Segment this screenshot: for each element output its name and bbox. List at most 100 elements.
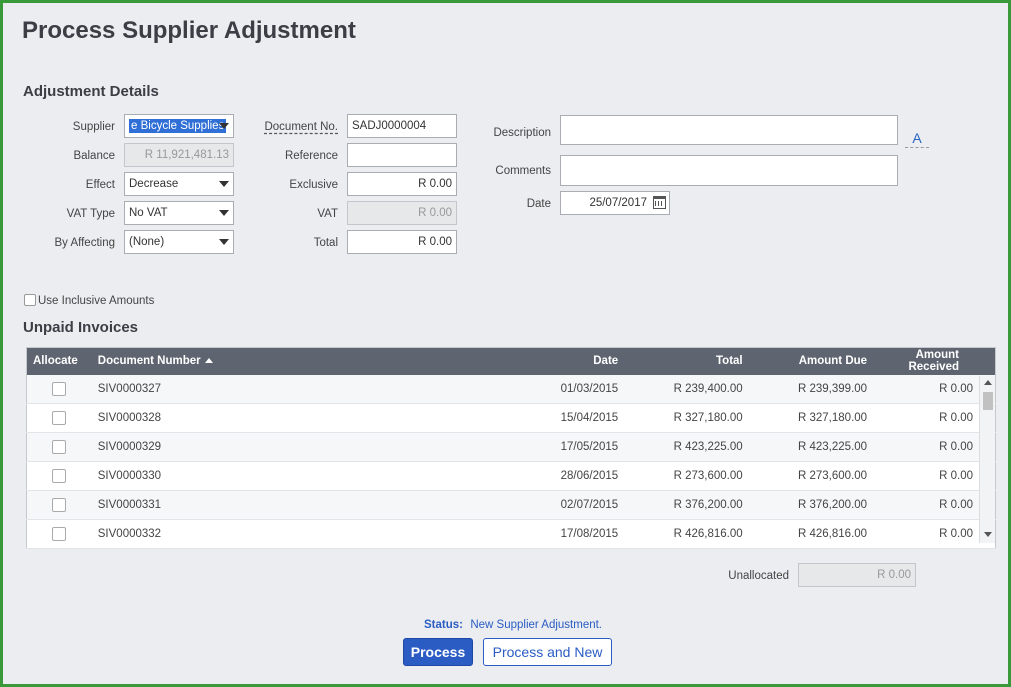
calendar-icon[interactable]: [653, 196, 666, 209]
chevron-down-icon[interactable]: [219, 239, 229, 245]
scroll-down-icon[interactable]: [984, 532, 992, 537]
chevron-down-icon[interactable]: [219, 210, 229, 216]
table-header-row: Allocate Document Number Date Total Amou…: [26, 347, 996, 375]
allocate-cell[interactable]: [26, 490, 92, 520]
col-document-number[interactable]: Document Number: [91, 347, 531, 375]
supplier-select[interactable]: e Bicycle Supplies: [124, 114, 234, 138]
allocate-checkbox[interactable]: [52, 469, 67, 483]
page-frame: Process Supplier Adjustment Adjustment D…: [0, 0, 1011, 687]
amount-due-cell: R 423,225.00: [748, 432, 874, 462]
table-row[interactable]: SIV0000328 15/04/2015 R 327,180.00 R 327…: [26, 403, 996, 433]
col-amount-received[interactable]: Amount Received: [873, 347, 996, 375]
total-cell: R 423,225.00: [624, 432, 749, 462]
status-bar: Status: New Supplier Adjustment.: [424, 617, 602, 631]
effect-select[interactable]: Decrease: [124, 172, 234, 196]
vat-type-select[interactable]: No VAT: [124, 201, 234, 225]
by-affecting-selected-text: (None): [129, 236, 165, 248]
total-cell: R 376,200.00: [624, 490, 749, 520]
exclusive-label: Exclusive: [289, 179, 338, 191]
date-label: Date: [526, 198, 551, 210]
amount-received-cell[interactable]: R 0.00: [873, 490, 996, 520]
use-inclusive-checkbox[interactable]: [24, 294, 36, 306]
document-number-cell: SIV0000327: [91, 374, 531, 404]
date-cell: 28/06/2015: [530, 461, 625, 491]
page-title: Process Supplier Adjustment: [22, 17, 356, 44]
allocate-checkbox[interactable]: [52, 381, 67, 396]
allocate-cell[interactable]: [26, 519, 92, 549]
document-number-cell: SIV0000332: [91, 519, 531, 549]
date-input[interactable]: 25/07/2017: [560, 191, 670, 215]
col-allocate[interactable]: Allocate: [26, 347, 92, 375]
allocate-checkbox[interactable]: [52, 411, 67, 425]
allocate-checkbox[interactable]: [52, 527, 67, 541]
allocate-checkbox[interactable]: [52, 498, 67, 512]
date-cell: 01/03/2015: [530, 374, 625, 404]
amount-received-cell[interactable]: R 0.00: [873, 432, 996, 462]
chevron-down-icon[interactable]: [219, 181, 229, 187]
col-document-number-label: Document Number: [97, 355, 201, 368]
total-label: Total: [313, 237, 338, 249]
table-row[interactable]: SIV0000332 17/08/2015 R 426,816.00 R 426…: [26, 519, 996, 549]
total-input[interactable]: R 0.00: [347, 230, 457, 254]
document-no-input[interactable]: SADJ0000004: [347, 114, 457, 138]
table-row[interactable]: SIV0000329 17/05/2015 R 423,225.00 R 423…: [26, 432, 996, 462]
amount-received-cell[interactable]: R 0.00: [873, 403, 996, 433]
by-affecting-label: By Affecting: [54, 237, 115, 249]
amount-received-cell[interactable]: R 0.00: [873, 461, 996, 491]
vat-type-label: VAT Type: [66, 208, 115, 220]
status-value: New Supplier Adjustment.: [470, 619, 603, 631]
vat-field: R 0.00: [347, 201, 457, 225]
process-button[interactable]: Process: [403, 638, 473, 666]
col-amount-due[interactable]: Amount Due: [748, 347, 874, 375]
unallocated-label: Unallocated: [728, 570, 789, 582]
adjustment-details-heading: Adjustment Details: [23, 83, 159, 100]
comments-label: Comments: [495, 165, 551, 177]
reference-label: Reference: [284, 150, 338, 162]
vat-label: VAT: [317, 208, 338, 220]
total-cell: R 327,180.00: [624, 403, 749, 433]
table-row[interactable]: SIV0000330 28/06/2015 R 273,600.00 R 273…: [26, 461, 996, 491]
table-row[interactable]: SIV0000331 02/07/2015 R 376,200.00 R 376…: [26, 490, 996, 520]
table-row[interactable]: SIV0000327 01/03/2015 R 239,400.00 R 239…: [26, 374, 996, 404]
status-label: Status:: [424, 619, 463, 631]
unallocated-field: R 0.00: [798, 563, 916, 587]
allocate-cell[interactable]: [26, 374, 92, 404]
scroll-thumb[interactable]: [983, 392, 993, 410]
date-cell: 02/07/2015: [530, 490, 625, 520]
use-inclusive-label: Use Inclusive Amounts: [38, 295, 155, 307]
allocate-cell[interactable]: [26, 432, 92, 462]
exclusive-input[interactable]: R 0.00: [347, 172, 457, 196]
date-value: 25/07/2017: [589, 197, 647, 209]
chevron-down-icon[interactable]: [219, 123, 229, 129]
col-total[interactable]: Total: [624, 347, 749, 375]
reference-input[interactable]: [347, 143, 457, 167]
amount-due-cell: R 376,200.00: [748, 490, 874, 520]
col-date[interactable]: Date: [530, 347, 625, 375]
amount-due-cell: R 327,180.00: [748, 403, 874, 433]
amount-due-cell: R 239,399.00: [748, 374, 874, 404]
amount-received-cell[interactable]: R 0.00: [873, 374, 996, 404]
document-number-cell: SIV0000328: [91, 403, 531, 433]
balance-field: R 11,921,481.13: [124, 143, 234, 167]
date-cell: 17/05/2015: [530, 432, 625, 462]
comments-input[interactable]: [560, 155, 898, 186]
sort-ascending-icon: [204, 358, 213, 364]
unpaid-invoices-table: Allocate Document Number Date Total Amou…: [26, 347, 996, 549]
scroll-up-icon[interactable]: [984, 380, 992, 385]
vat-type-selected-text: No VAT: [129, 207, 168, 219]
effect-selected-text: Decrease: [129, 178, 179, 190]
allocate-checkbox[interactable]: [52, 440, 67, 454]
unpaid-invoices-heading: Unpaid Invoices: [23, 319, 139, 336]
description-input[interactable]: [560, 115, 898, 145]
amount-received-cell[interactable]: R 0.00: [873, 519, 996, 549]
document-number-cell: SIV0000330: [91, 461, 531, 491]
table-scrollbar[interactable]: [979, 376, 995, 543]
by-affecting-select[interactable]: (None): [124, 230, 234, 254]
supplier-selected-text: e Bicycle Supplies: [129, 119, 227, 133]
amount-due-cell: R 273,600.00: [748, 461, 874, 491]
allocate-cell[interactable]: [26, 461, 92, 491]
process-and-new-button[interactable]: Process and New: [483, 638, 612, 666]
text-format-icon[interactable]: A: [905, 128, 929, 148]
allocate-cell[interactable]: [26, 403, 92, 433]
balance-label: Balance: [73, 150, 115, 162]
